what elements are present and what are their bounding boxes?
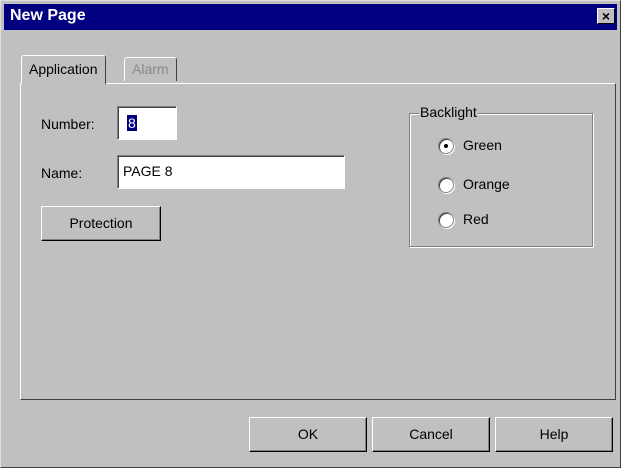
orange-radio[interactable] xyxy=(438,177,454,193)
close-button[interactable]: × xyxy=(597,8,615,24)
help-button[interactable]: Help xyxy=(495,417,613,452)
tab-alarm: Alarm xyxy=(124,57,177,81)
tab-application[interactable]: Application xyxy=(21,55,106,84)
cancel-button-label: Cancel xyxy=(409,426,453,442)
help-button-label: Help xyxy=(539,426,569,442)
cancel-button[interactable]: Cancel xyxy=(372,417,490,452)
protection-button[interactable]: Protection xyxy=(41,206,161,241)
tab-alarm-label: Alarm xyxy=(132,61,169,77)
green-radio[interactable] xyxy=(438,138,454,154)
new-page-dialog: New Page × Application Alarm Number: 8 N… xyxy=(0,0,621,468)
name-field[interactable]: PAGE 8 xyxy=(117,155,345,189)
ok-button-label: OK xyxy=(297,426,319,442)
number-field[interactable]: 8 xyxy=(117,106,177,140)
protection-button-label: Protection xyxy=(69,215,133,231)
close-icon: × xyxy=(601,8,611,24)
backlight-label: Backlight xyxy=(419,104,478,120)
name-value: PAGE 8 xyxy=(123,163,173,179)
green-label: Green xyxy=(463,137,502,153)
orange-label: Orange xyxy=(463,176,510,192)
tab-application-label: Application xyxy=(29,61,98,77)
red-radio[interactable] xyxy=(438,212,454,228)
ok-button[interactable]: OK xyxy=(249,417,367,452)
number-label: Number: xyxy=(41,116,95,132)
name-label: Name: xyxy=(41,165,83,181)
red-label: Red xyxy=(463,211,489,227)
number-value: 8 xyxy=(127,115,137,131)
window-title: New Page xyxy=(10,7,86,24)
title-bar[interactable]: New Page × xyxy=(4,4,617,30)
